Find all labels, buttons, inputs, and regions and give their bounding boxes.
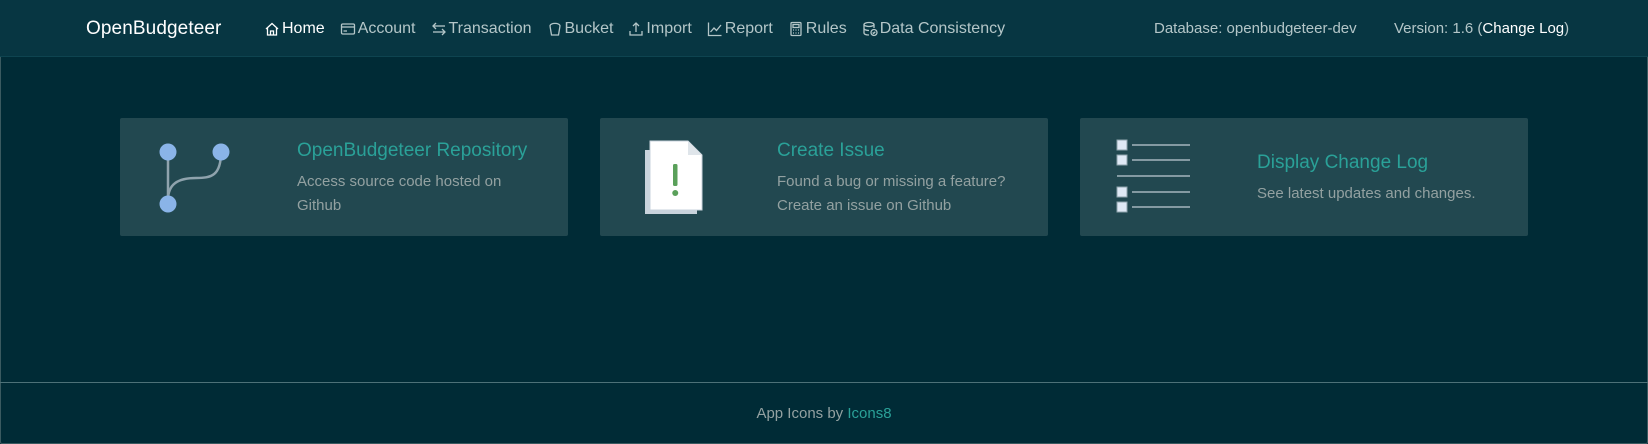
git-branch-icon [159, 143, 230, 213]
nav-label-transaction: Transaction [448, 19, 532, 37]
credit-card-icon [340, 22, 355, 35]
card-text-line: Access source code hosted on [297, 173, 502, 190]
changelog-link[interactable]: Change Log [1482, 20, 1564, 37]
footer: App Icons by Icons8 [0, 382, 1648, 444]
icons8-link[interactable]: Icons8 [847, 405, 891, 422]
main-nav: Home Account Transaction Bucket Import R… [264, 0, 1020, 57]
nav-item-rules[interactable]: Rules [788, 20, 847, 38]
nav-item-home[interactable]: Home [264, 20, 325, 38]
nav-label-account: Account [357, 19, 416, 37]
checklist-icon [1116, 139, 1190, 213]
nav-label-data-consistency: Data Consistency [879, 19, 1006, 37]
nav-label-report: Report [724, 19, 773, 37]
arrows-exchange-icon [431, 22, 446, 35]
nav-label-rules: Rules [805, 19, 847, 37]
nav-label-import: Import [646, 19, 692, 37]
card-text-create-issue: Found a bug or missing a feature? Create… [777, 170, 1005, 218]
footer-credit: App Icons by Icons8 [0, 405, 1648, 422]
bucket-icon [548, 22, 561, 36]
calculator-icon [790, 21, 802, 36]
graph-icon [707, 22, 722, 36]
card-text-line: Github [297, 197, 342, 214]
top-navbar: OpenBudgeteer Home Account Transaction B… [0, 0, 1648, 57]
nav-item-account[interactable]: Account [340, 20, 416, 38]
card-change-log[interactable]: Display Change Log See latest updates an… [1080, 118, 1528, 236]
brand-logo-text[interactable]: OpenBudgeteer [86, 18, 221, 40]
card-text-line: See latest updates and changes. [1257, 185, 1476, 202]
version-suffix: ) [1564, 20, 1570, 37]
nav-label-home: Home [282, 19, 325, 37]
upload-icon [629, 21, 644, 36]
card-text-change-log: See latest updates and changes. [1257, 182, 1476, 206]
nav-item-import[interactable]: Import [628, 19, 692, 38]
card-title-change-log[interactable]: Display Change Log [1257, 152, 1428, 174]
database-info: Database: openbudgeteer-dev [1154, 20, 1357, 37]
version-info: Version: 1.6 (Change Log) [1394, 20, 1569, 37]
footer-text: App Icons by [756, 405, 848, 422]
database-check-icon [863, 21, 878, 36]
nav-item-data-consistency[interactable]: Data Consistency [862, 20, 1005, 38]
nav-item-transaction[interactable]: Transaction [431, 20, 532, 38]
nav-label-bucket: Bucket [564, 19, 614, 37]
document-exclamation-icon [645, 140, 703, 214]
card-text-line: Create an issue on Github [777, 197, 952, 214]
version-text: Version: 1.6 ( [1394, 20, 1483, 37]
card-create-issue[interactable]: Create Issue Found a bug or missing a fe… [600, 118, 1048, 236]
card-text-repository: Access source code hosted on Github [297, 170, 501, 218]
card-title-create-issue[interactable]: Create Issue [777, 140, 885, 162]
nav-item-bucket[interactable]: Bucket [547, 19, 614, 38]
card-title-repository[interactable]: OpenBudgeteer Repository [297, 140, 527, 162]
card-text-line: Found a bug or missing a feature? [777, 173, 1006, 190]
card-repository[interactable]: OpenBudgeteer Repository Access source c… [120, 118, 568, 236]
home-icon [265, 22, 279, 36]
nav-item-report[interactable]: Report [707, 20, 773, 38]
